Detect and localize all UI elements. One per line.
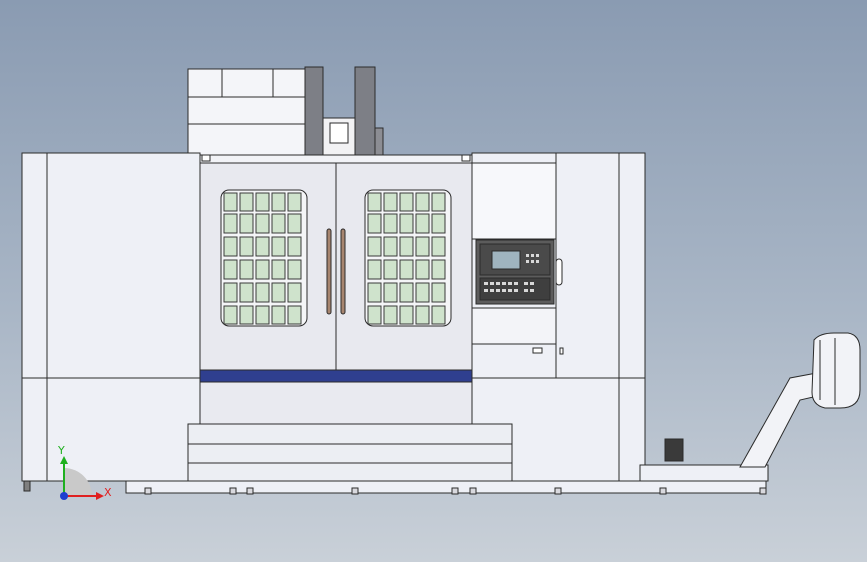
left-enclosure-panel	[21, 152, 201, 482]
cad-viewport[interactable]: Y X	[0, 0, 867, 562]
top-cabinet	[187, 68, 306, 156]
right-door-window	[364, 189, 452, 327]
door-header	[199, 154, 473, 164]
chip-conveyor	[739, 332, 861, 468]
lower-front-panel	[187, 381, 513, 487]
cnc-control-panel[interactable]	[475, 239, 555, 305]
y-axis-label: Y	[57, 444, 65, 457]
x-axis-label: X	[104, 486, 112, 499]
accent-stripe	[199, 369, 473, 383]
left-door-window	[220, 189, 308, 327]
cnc-screen	[491, 250, 521, 270]
origin-icon	[60, 492, 68, 500]
machine-columns	[304, 66, 384, 156]
